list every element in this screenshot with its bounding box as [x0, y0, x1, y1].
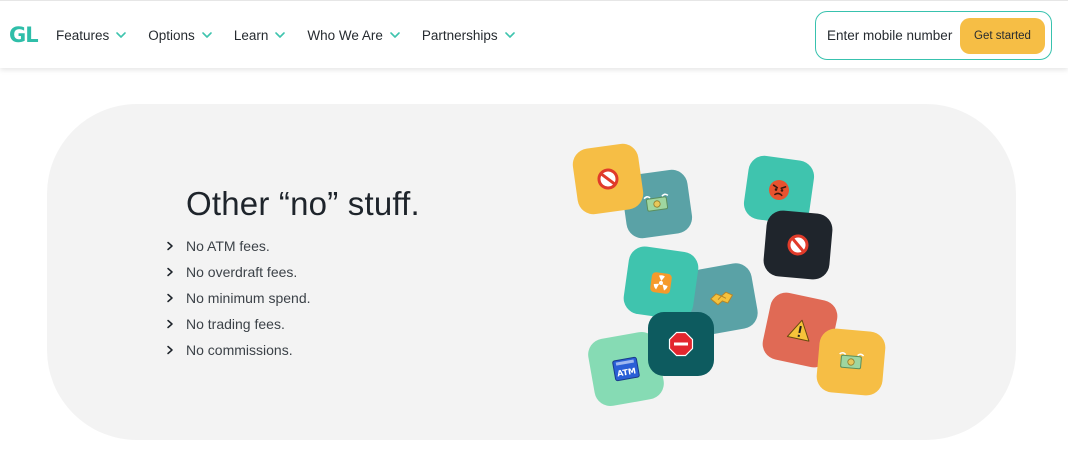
angry-face-icon	[765, 176, 792, 203]
feature-label: No trading fees.	[186, 316, 285, 332]
feature-label: No commissions.	[186, 342, 293, 358]
list-item: No trading fees.	[165, 311, 311, 337]
prohibited-icon	[594, 165, 621, 192]
nav-item-who-we-are[interactable]: Who We Are	[307, 28, 401, 43]
site-header: GL Features Options Learn Who We Are Par…	[0, 0, 1068, 68]
chevron-right-icon	[165, 238, 186, 254]
atm-sign-icon: ATM	[611, 355, 641, 383]
chevron-right-icon	[165, 342, 186, 358]
get-started-button[interactable]: Get started	[960, 18, 1045, 54]
feature-label: No overdraft fees.	[186, 264, 298, 280]
chevron-down-icon	[389, 29, 401, 41]
logo[interactable]: GL	[9, 23, 39, 47]
nav-item-label: Learn	[233, 27, 269, 43]
chevron-right-icon	[165, 290, 186, 306]
radioactive-icon	[647, 269, 674, 296]
list-item: No minimum spend.	[165, 285, 311, 311]
chevron-down-icon	[115, 29, 127, 41]
list-item: No ATM fees.	[165, 233, 311, 259]
tile-radioactive	[621, 244, 701, 322]
mobile-number-input[interactable]	[827, 28, 967, 43]
chevron-right-icon	[165, 264, 186, 280]
stop-sign-icon	[668, 331, 694, 357]
handshake-icon	[707, 287, 736, 311]
chevron-down-icon	[274, 29, 286, 41]
signup-form: Get started	[815, 11, 1052, 60]
main-nav: Features Options Learn Who We Are Partne…	[56, 1, 537, 69]
feature-label: No ATM fees.	[186, 238, 270, 254]
prohibited-icon	[785, 232, 811, 258]
nav-item-label: Partnerships	[421, 27, 498, 43]
tile-prohibited	[570, 141, 646, 217]
chevron-down-icon	[201, 29, 213, 41]
feature-label: No minimum spend.	[186, 290, 311, 306]
list-item: No overdraft fees.	[165, 259, 311, 285]
nav-item-partnerships[interactable]: Partnerships	[422, 28, 516, 43]
warning-icon	[785, 316, 815, 345]
list-item: No commissions.	[165, 337, 311, 363]
nav-item-label: Options	[148, 27, 195, 43]
chevron-down-icon	[504, 29, 516, 41]
nav-item-label: Features	[56, 27, 110, 43]
chevron-right-icon	[165, 316, 186, 332]
money-with-wings-icon	[643, 192, 672, 215]
tile-prohibited-dark	[762, 209, 834, 281]
section-title: Other “no” stuff.	[186, 185, 420, 222]
tile-money-with-wings-yellow	[815, 327, 887, 397]
nav-item-features[interactable]: Features	[56, 28, 127, 43]
feature-list: No ATM fees. No overdraft fees. No minim…	[165, 233, 311, 363]
nav-item-label: Who We Are	[307, 27, 383, 43]
nav-item-learn[interactable]: Learn	[234, 28, 287, 43]
tile-stop-sign	[648, 312, 714, 376]
money-with-wings-icon	[837, 351, 865, 373]
nav-item-options[interactable]: Options	[148, 28, 213, 43]
